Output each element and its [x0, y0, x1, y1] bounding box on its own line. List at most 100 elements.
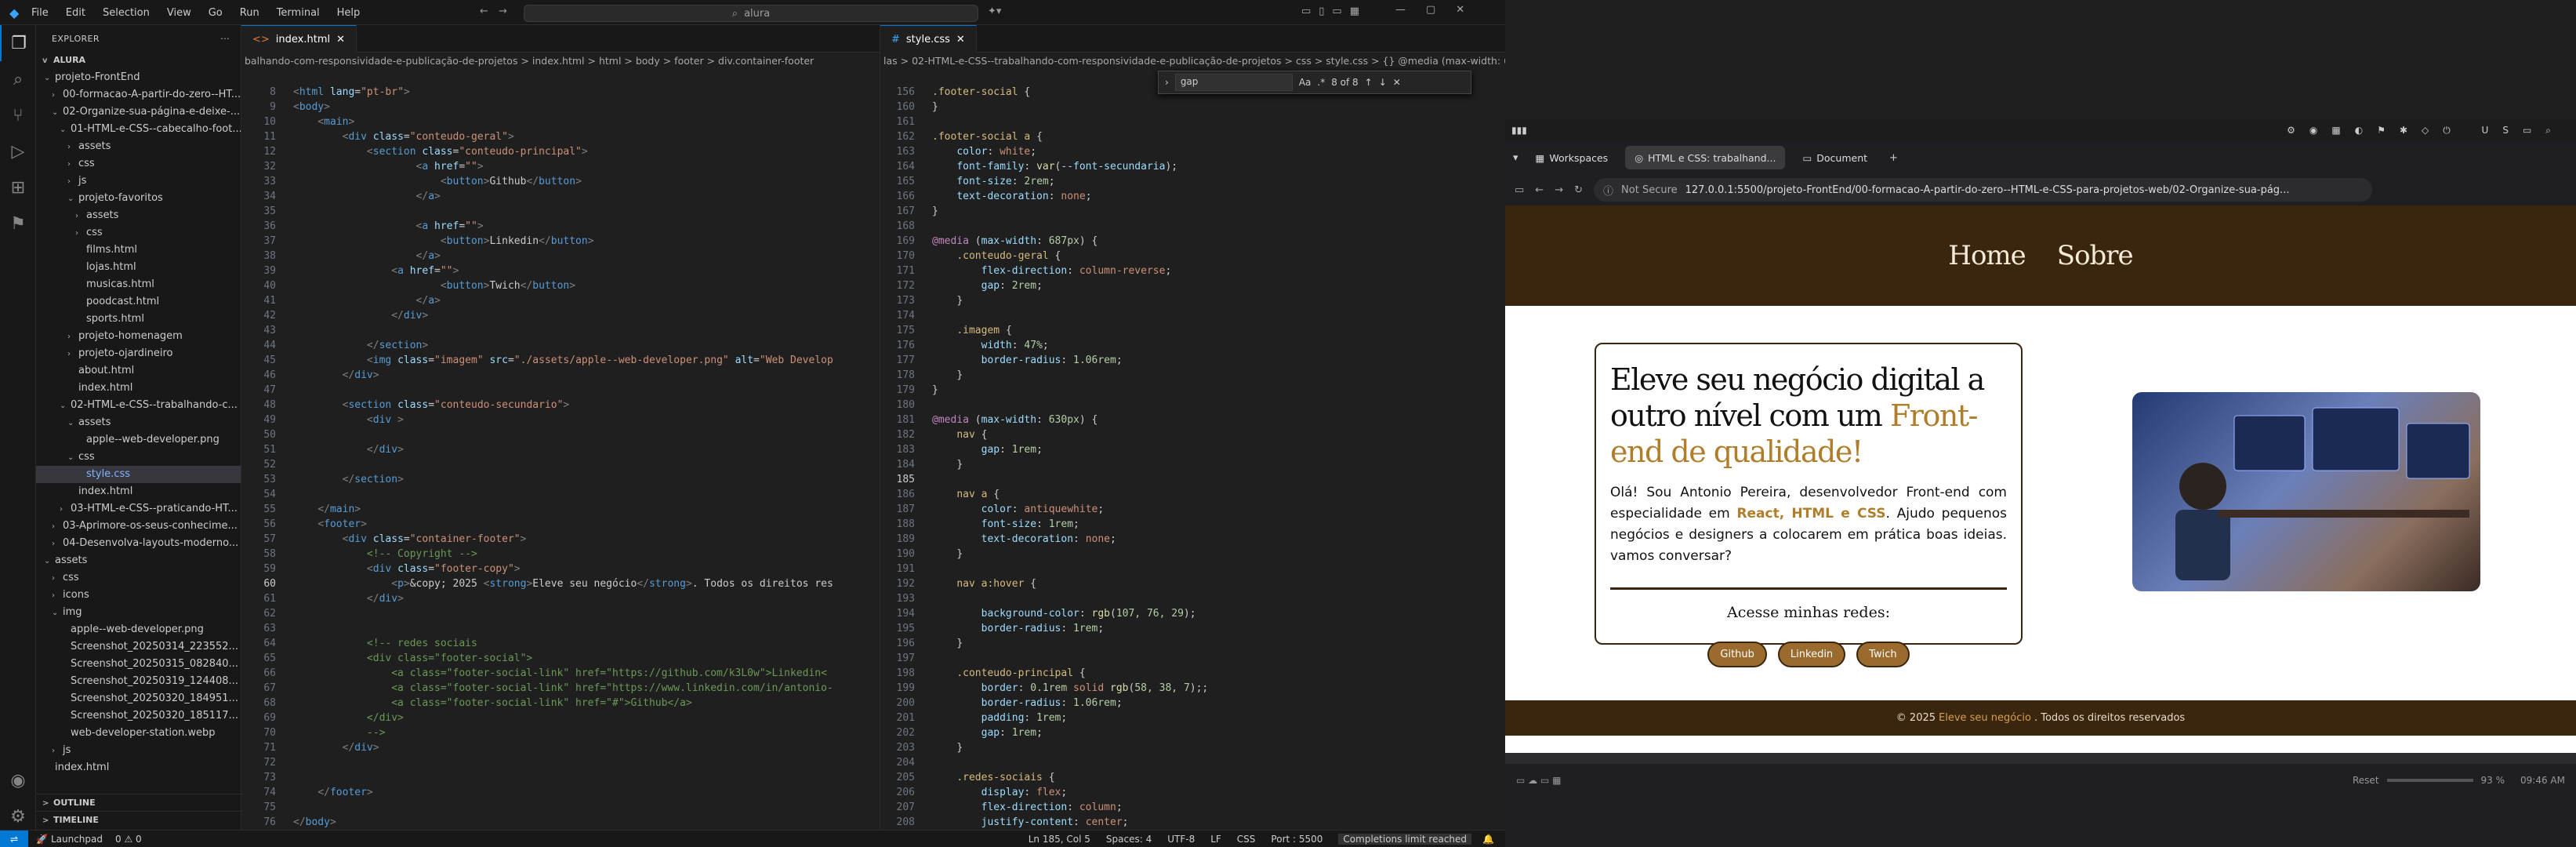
- menu-edit[interactable]: Edit: [66, 7, 85, 19]
- outline-section[interactable]: > OUTLINE: [36, 794, 241, 812]
- launchpad-icon[interactable]: 🚀: [36, 834, 48, 845]
- run-debug-icon[interactable]: ▷: [0, 133, 36, 169]
- regex-icon[interactable]: .*: [1317, 77, 1325, 88]
- menu-help[interactable]: Help: [337, 7, 361, 19]
- layout-icons[interactable]: ▭▯▭▦: [1301, 5, 1367, 17]
- breadcrumb-right[interactable]: las > 02-HTML-e-CSS--trabalhando-com-res…: [880, 53, 1505, 70]
- url-field[interactable]: ⓘ Not Secure 127.0.0.1:5500/projeto-Fron…: [1594, 178, 2372, 202]
- tab-index-html[interactable]: <> index.html ✕: [241, 25, 357, 53]
- status-encoding[interactable]: UTF-8: [1167, 834, 1195, 845]
- tree-item[interactable]: › assets: [36, 138, 241, 155]
- tree-item[interactable]: index.html: [36, 483, 241, 500]
- tree-item[interactable]: ⌄ css: [36, 449, 241, 466]
- tree-item[interactable]: › 04-Desenvolva-layouts-moderno...: [36, 535, 241, 552]
- tree-item[interactable]: web-developer-station.webp: [36, 725, 241, 742]
- tree-item[interactable]: Screenshot_20250320_184951...: [36, 690, 241, 707]
- menu-view[interactable]: View: [167, 7, 191, 19]
- bookmark-icon[interactable]: ⚑: [0, 205, 36, 242]
- arrow-down-icon[interactable]: ↓: [1379, 77, 1387, 88]
- tree-item[interactable]: › projeto-ojardineiro: [36, 345, 241, 362]
- browser-bottom-icons[interactable]: ▭ ☁ ▭ ▦: [1516, 775, 1561, 786]
- menu-selection[interactable]: Selection: [103, 7, 150, 19]
- browser-tab-html-css[interactable]: ◎ HTML e CSS: trabalhand...: [1625, 146, 1786, 169]
- search-icon[interactable]: ⌕: [0, 61, 36, 97]
- tree-item[interactable]: › css: [36, 569, 241, 587]
- forward-icon[interactable]: →: [1555, 184, 1563, 196]
- tree-item[interactable]: Screenshot_20250319_124408...: [36, 673, 241, 690]
- status-eol[interactable]: LF: [1210, 834, 1221, 845]
- tree-item[interactable]: musicas.html: [36, 276, 241, 293]
- explorer-icon[interactable]: ❐: [0, 25, 36, 61]
- tree-item[interactable]: › css: [36, 155, 241, 173]
- status-language[interactable]: CSS: [1237, 834, 1256, 845]
- tree-item[interactable]: › icons: [36, 587, 241, 604]
- tree-item[interactable]: › 03-HTML-e-CSS--praticando-HT...: [36, 500, 241, 518]
- status-port[interactable]: Port : 5500: [1271, 834, 1322, 845]
- reload-icon[interactable]: ↻: [1574, 184, 1583, 196]
- find-input[interactable]: gap: [1174, 74, 1293, 91]
- status-position[interactable]: Ln 185, Col 5: [1029, 834, 1090, 845]
- tree-item[interactable]: ⌄ assets: [36, 552, 241, 569]
- tree-item[interactable]: apple--web-developer.png: [36, 431, 241, 449]
- twich-button[interactable]: Twich: [1856, 642, 1910, 667]
- tree-item[interactable]: ⌄ img: [36, 604, 241, 621]
- menu-run[interactable]: Run: [240, 7, 259, 19]
- workspace-root[interactable]: v ALURA: [36, 52, 241, 69]
- horizontal-scrollbar[interactable]: [1505, 753, 2576, 764]
- copilot-icon[interactable]: ✦▾: [988, 5, 1001, 17]
- tree-item[interactable]: › js: [36, 173, 241, 190]
- zoom-slider[interactable]: [2386, 779, 2473, 782]
- github-button[interactable]: Github: [1707, 642, 1767, 667]
- code-area-left[interactable]: 8 <html lang="pt-br"> 9 <body> 10 <main> 1…: [241, 70, 880, 847]
- close-icon[interactable]: ✕: [1393, 77, 1401, 88]
- status-launchpad[interactable]: Launchpad: [51, 834, 103, 845]
- window-controls-icon[interactable]: —▢✕: [1395, 4, 1485, 16]
- tree-item[interactable]: › assets: [36, 207, 241, 224]
- remote-icon[interactable]: ⇌: [0, 830, 28, 847]
- timeline-section[interactable]: > TIMELINE: [36, 811, 241, 830]
- tree-item[interactable]: › css: [36, 224, 241, 242]
- tree-item[interactable]: Screenshot_20250314_223552...: [36, 638, 241, 656]
- tree-item[interactable]: index.html: [36, 759, 241, 776]
- workspaces-button[interactable]: ▦ Workspaces: [1526, 146, 1618, 169]
- tree-item[interactable]: index.html: [36, 380, 241, 397]
- tree-item[interactable]: films.html: [36, 242, 241, 259]
- tree-item[interactable]: › projeto-homenagem: [36, 328, 241, 345]
- tree-item[interactable]: › 00-formacao-A-partir-do-zero--HT...: [36, 86, 241, 104]
- tree-item[interactable]: poodcast.html: [36, 293, 241, 311]
- code-area-right[interactable]: 156 .footer-social { 160} 161 162 .footer-…: [880, 70, 1505, 847]
- tab-style-css[interactable]: # style.css ✕: [880, 25, 977, 53]
- tree-item[interactable]: ⌄ 01-HTML-e-CSS--cabecalho-foot...: [36, 121, 241, 138]
- command-center-search[interactable]: ⌕ alura: [524, 5, 978, 22]
- tree-item[interactable]: style.css: [36, 466, 241, 483]
- tray-icons[interactable]: ⚙◉▦◐⚑✱◇⏻ US▭⌕: [2287, 125, 2565, 136]
- breadcrumb-left[interactable]: balhando-com-responsividade-e-publicação…: [241, 53, 880, 70]
- status-spaces[interactable]: Spaces: 4: [1106, 834, 1152, 845]
- new-tab-icon[interactable]: +: [1889, 152, 1898, 164]
- menu-terminal[interactable]: Terminal: [277, 7, 320, 19]
- linkedin-button[interactable]: Linkedin: [1777, 642, 1846, 667]
- menu-go[interactable]: Go: [209, 7, 223, 19]
- nav-home-link[interactable]: Home: [1948, 240, 2026, 271]
- back-arrow-icon[interactable]: ←: [480, 5, 488, 17]
- tree-item[interactable]: ⌄ assets: [36, 414, 241, 431]
- more-actions-icon[interactable]: ···: [220, 34, 230, 44]
- close-icon[interactable]: ✕: [956, 34, 965, 45]
- browser-menu-icon[interactable]: ▾: [1513, 152, 1518, 164]
- close-icon[interactable]: ✕: [336, 34, 345, 45]
- source-control-icon[interactable]: ⑂: [0, 97, 36, 133]
- reset-button[interactable]: Reset: [2353, 775, 2379, 786]
- tree-item[interactable]: about.html: [36, 362, 241, 380]
- account-icon[interactable]: ◉: [0, 762, 36, 798]
- status-problems[interactable]: 0 ⚠ 0: [115, 834, 142, 845]
- back-icon[interactable]: ←: [1535, 184, 1544, 196]
- tree-item[interactable]: sports.html: [36, 311, 241, 328]
- status-completions[interactable]: Completions limit reached: [1338, 833, 1472, 845]
- tree-item[interactable]: › 03-Aprimore-os-seus-conhecime...: [36, 518, 241, 535]
- tree-item[interactable]: Screenshot_20250315_082840...: [36, 656, 241, 673]
- bell-icon[interactable]: 🔔: [1482, 834, 1494, 845]
- sidebar-toggle-icon[interactable]: ▭: [1515, 184, 1524, 196]
- tree-item[interactable]: ⌄ 02-Organize-sua-página-e-deixe-...: [36, 104, 241, 121]
- extensions-icon[interactable]: ⊞: [0, 169, 36, 205]
- chevron-right-icon[interactable]: ›: [1165, 77, 1169, 88]
